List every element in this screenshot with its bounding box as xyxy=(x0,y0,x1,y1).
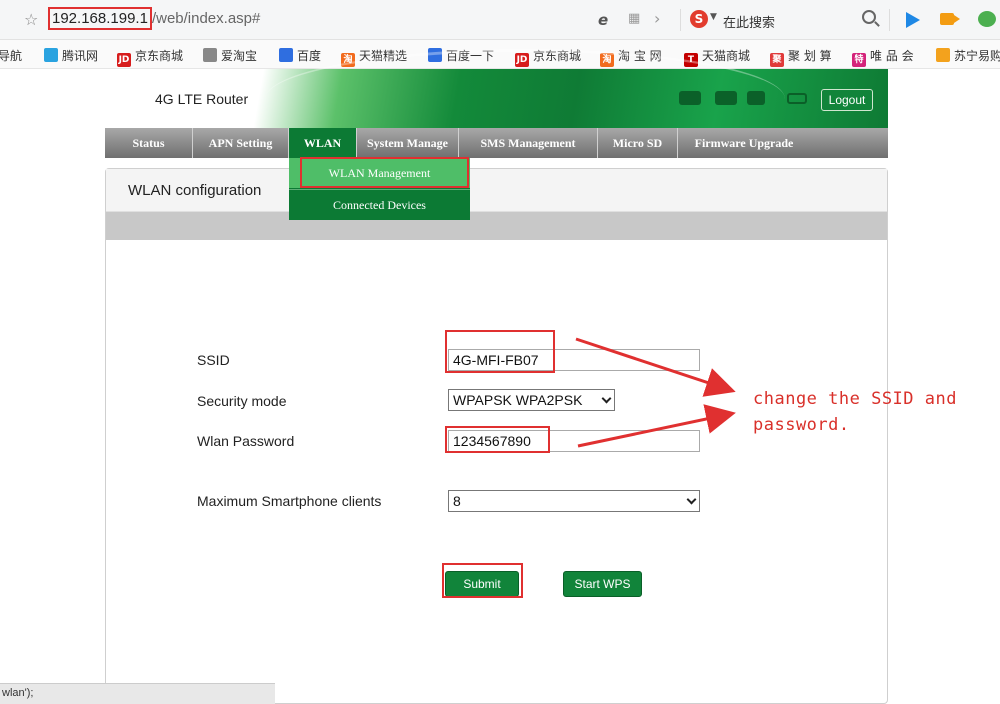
panel-subbar xyxy=(106,212,887,240)
bookmark-favicon-icon xyxy=(44,48,58,62)
bookmark-item[interactable]: 苏宁易购 xyxy=(936,47,1000,64)
bookmark-favicon-icon: 聚 xyxy=(770,53,784,67)
annotation-line-2: password. xyxy=(753,415,850,435)
bookmark-favicon-icon: 特 xyxy=(852,53,866,67)
divider xyxy=(889,9,890,31)
annotation-line-1: change the SSID and xyxy=(753,389,957,409)
camera-icon[interactable] xyxy=(940,13,960,25)
max-clients-label: Maximum Smartphone clients xyxy=(197,493,382,509)
nav-sms-management[interactable]: SMS Management xyxy=(459,128,598,158)
highlight-box xyxy=(445,426,550,453)
battery-icon xyxy=(787,93,807,104)
panel-title: WLAN configuration xyxy=(128,182,262,199)
router-title: 4G LTE Router xyxy=(155,91,249,107)
sim-status-icon xyxy=(715,91,737,105)
url-field[interactable]: 192.168.199.1/web/index.asp# xyxy=(48,7,261,30)
forward-icon[interactable]: › xyxy=(654,9,660,28)
chevron-down-icon xyxy=(601,393,612,404)
start-wps-button[interactable]: Start WPS xyxy=(563,571,642,597)
bookmark-item[interactable]: 聚聚 划 算 xyxy=(770,47,832,67)
bookmark-label: 腾讯网 xyxy=(62,49,99,63)
bookmark-star-icon[interactable]: ☆ xyxy=(24,10,38,29)
bookmark-label: 京东商城 xyxy=(135,49,184,63)
chat-icon[interactable] xyxy=(978,11,996,27)
bookmark-item[interactable]: 腾讯网 xyxy=(44,47,98,64)
bookmark-item[interactable]: 导航 xyxy=(0,47,22,64)
search-engine-dropdown-icon[interactable]: ▼ xyxy=(710,12,717,22)
ssid-label: SSID xyxy=(197,352,230,368)
max-clients-select[interactable]: 8 xyxy=(448,490,700,512)
panel-header: WLAN configuration xyxy=(106,169,887,212)
highlight-box xyxy=(300,157,469,188)
bookmark-label: 唯 品 会 xyxy=(870,49,914,63)
max-clients-value: 8 xyxy=(453,493,461,509)
wifi-status-icon xyxy=(679,91,701,105)
nav-status[interactable]: Status xyxy=(105,128,193,158)
address-bar: ☆ 192.168.199.1/web/index.asp# e ▦ › S ▼… xyxy=(0,0,1000,40)
highlight-box xyxy=(445,330,555,373)
signal-strength-icon xyxy=(747,91,765,105)
status-bar: wlan'); xyxy=(0,683,275,704)
menu-item-connected-devices[interactable]: Connected Devices xyxy=(289,189,470,219)
search-engine-logo-icon[interactable]: S xyxy=(690,10,708,28)
highlight-box xyxy=(442,563,523,598)
bookmark-label: 聚 划 算 xyxy=(788,49,832,63)
bookmark-item[interactable]: JD 京东商城 xyxy=(117,47,183,67)
bookmark-label: 爱淘宝 xyxy=(221,49,258,63)
divider xyxy=(680,9,681,31)
logout-button[interactable]: Logout xyxy=(821,89,873,111)
video-play-icon[interactable] xyxy=(906,12,920,28)
nav-wlan[interactable]: WLAN xyxy=(289,128,357,158)
bookmark-label: 天猫商城 xyxy=(702,49,751,63)
main-nav: Status APN Setting WLAN System Manage SM… xyxy=(105,128,888,158)
nav-micro-sd[interactable]: Micro SD xyxy=(598,128,678,158)
bookmark-item[interactable]: 爱淘宝 xyxy=(203,47,257,64)
security-mode-label: Security mode xyxy=(197,393,287,409)
router-header: 4G LTE Router Logout xyxy=(105,49,888,128)
url-path: /web/index.asp# xyxy=(151,10,261,27)
bookmark-label: 苏宁易购 xyxy=(954,49,1000,63)
grid-icon[interactable]: ▦ xyxy=(628,11,640,26)
bookmark-item[interactable]: 特唯 品 会 xyxy=(852,47,914,67)
wlan-password-label: Wlan Password xyxy=(197,433,295,449)
bookmark-favicon-icon: JD xyxy=(117,53,131,67)
search-icon[interactable] xyxy=(862,10,876,24)
bookmark-item[interactable]: 百度 xyxy=(279,47,321,64)
bookmark-favicon-icon xyxy=(936,48,950,62)
bookmark-label: 导航 xyxy=(0,49,23,63)
chevron-down-icon xyxy=(686,494,697,505)
search-input[interactable]: 在此搜索 xyxy=(723,12,775,31)
bookmark-favicon-icon xyxy=(279,48,293,62)
nav-apn-setting[interactable]: APN Setting xyxy=(193,128,289,158)
bookmark-favicon-icon xyxy=(203,48,217,62)
nav-firmware-upgrade[interactable]: Firmware Upgrade xyxy=(678,128,810,158)
url-host: 192.168.199.1 xyxy=(48,7,152,30)
security-mode-select[interactable]: WPAPSK WPA2PSK xyxy=(448,389,615,411)
security-mode-value: WPAPSK WPA2PSK xyxy=(453,392,583,408)
nav-system-manage[interactable]: System Manage xyxy=(357,128,459,158)
ie-compat-icon[interactable]: e xyxy=(598,11,608,29)
bookmark-label: 百度 xyxy=(297,49,322,63)
annotation-text: change the SSID and password. xyxy=(753,386,957,438)
